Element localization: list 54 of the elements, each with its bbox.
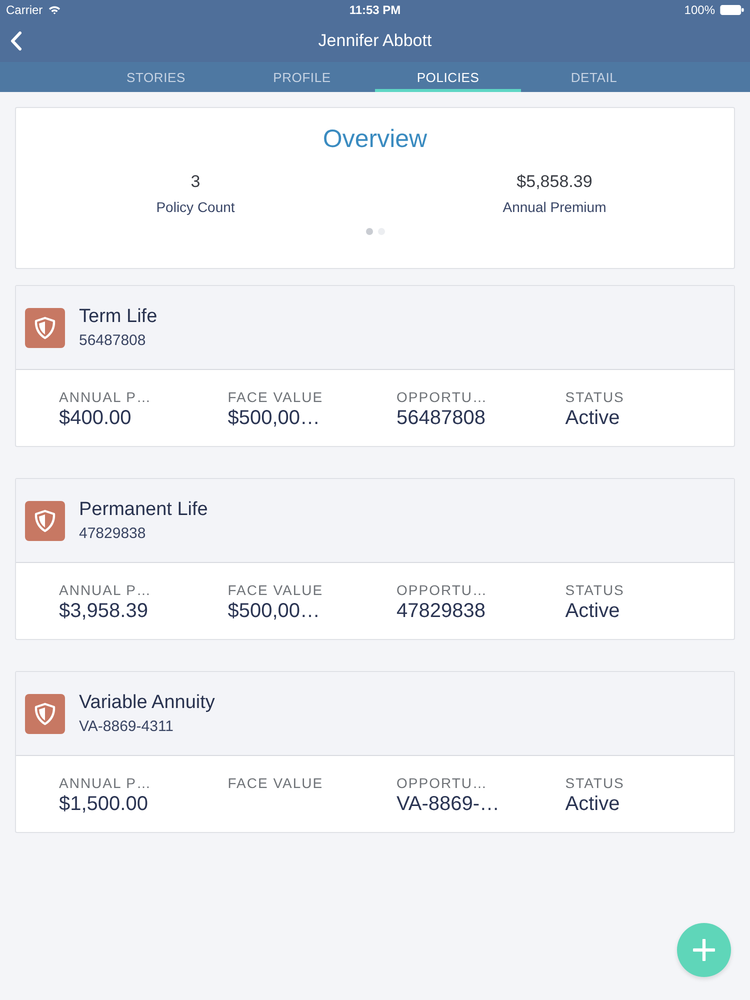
add-button[interactable] bbox=[677, 923, 731, 977]
shield-icon bbox=[25, 500, 65, 540]
field-label: STATUS bbox=[565, 774, 626, 792]
field-value: $400.00 bbox=[59, 406, 132, 430]
stat-value: 3 bbox=[190, 171, 200, 193]
field-label: ANNUAL P… bbox=[59, 581, 153, 599]
field-value: 56487808 bbox=[396, 406, 486, 430]
field-value: $1,500.00 bbox=[59, 792, 149, 816]
carrier-label: Carrier bbox=[6, 3, 43, 17]
field-value: $500,00… bbox=[228, 406, 322, 430]
policy-name: Term Life bbox=[79, 304, 158, 328]
field-value: VA-8869-… bbox=[396, 792, 501, 816]
field-label: FACE VALUE bbox=[228, 581, 324, 599]
policy-name: Variable Annuity bbox=[79, 690, 215, 714]
field-value: 47829838 bbox=[396, 599, 486, 623]
tab[interactable]: PROFILE bbox=[229, 62, 375, 92]
field-label: OPPORTU… bbox=[396, 388, 488, 406]
field-label: ANNUAL P… bbox=[59, 388, 153, 406]
field-label: ANNUAL P… bbox=[59, 774, 153, 792]
field-label: FACE VALUE bbox=[228, 388, 324, 406]
policy-number: 47829838 bbox=[79, 524, 147, 544]
page-dot-icon[interactable] bbox=[366, 228, 372, 235]
field-value: Active bbox=[565, 406, 621, 430]
tab[interactable]: DETAIL bbox=[521, 62, 667, 92]
field-label: OPPORTU… bbox=[396, 774, 488, 792]
back-chevron-icon[interactable] bbox=[10, 31, 22, 51]
field-label: STATUS bbox=[565, 388, 626, 406]
tab[interactable]: STORIES bbox=[83, 62, 229, 92]
overview-title: Overview bbox=[322, 124, 428, 155]
shield-icon bbox=[25, 694, 65, 734]
field-label: OPPORTU… bbox=[396, 581, 488, 599]
field-value: Active bbox=[565, 599, 621, 623]
policy-number: VA-8869-4311 bbox=[79, 716, 175, 736]
policy-name: Permanent Life bbox=[79, 498, 208, 522]
stat-label: Policy Count bbox=[156, 198, 235, 217]
battery-icon bbox=[720, 5, 744, 15]
stat-label: Annual Premium bbox=[502, 198, 606, 217]
field-label: STATUS bbox=[565, 581, 626, 599]
contact-name-title: Jennifer Abbott bbox=[318, 31, 432, 51]
field-label: FACE VALUE bbox=[228, 774, 324, 792]
tab[interactable]: POLICIES bbox=[375, 62, 521, 92]
stat-value: $5,858.39 bbox=[516, 171, 592, 193]
policy-number: 56487808 bbox=[79, 330, 147, 350]
battery-percent: 100% bbox=[684, 3, 715, 17]
policy-card[interactable]: Permanent Life 47829838 ANNUAL P… $3,958.39 FACE VALUE $500,00… OPPORTU… 47829838 STATUS Active bbox=[15, 478, 735, 640]
policy-card[interactable]: Term Life 56487808 ANNUAL P… $400.00 FACE VALUE $500,00… OPPORTU… 56487808 STATUS Active bbox=[15, 285, 735, 447]
plus-icon bbox=[693, 939, 715, 961]
policy-card[interactable]: Variable Annuity VA-8869-4311 ANNUAL P… $1,500.00 FACE VALUE OPPORTU… VA-8869-… STATUS Active bbox=[15, 671, 735, 833]
field-value: Active bbox=[565, 792, 621, 816]
wifi-icon bbox=[48, 5, 61, 15]
clock-time: 11:53 PM bbox=[348, 3, 402, 17]
field-value: $3,958.39 bbox=[59, 599, 149, 623]
shield-icon bbox=[25, 308, 65, 348]
field-value: $500,00… bbox=[228, 599, 322, 623]
